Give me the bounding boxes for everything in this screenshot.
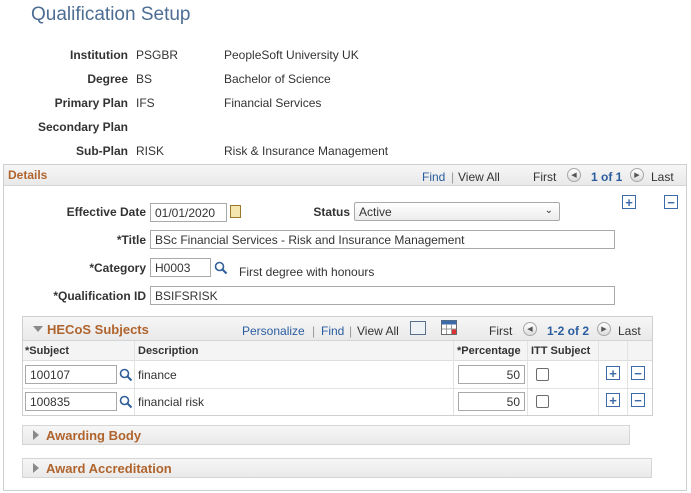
degree-label: Degree [87,72,128,86]
collapse-arrow-icon[interactable] [33,326,43,332]
row1-add-icon[interactable]: + [606,366,620,380]
col-subject-header: *Subject [25,345,70,357]
col-percentage-header: *Percentage [457,345,521,357]
awarding-body-title[interactable]: Awarding Body [46,428,141,443]
hecos-prev-icon[interactable]: ◀ [523,322,537,336]
row2-add-icon[interactable]: + [606,393,620,407]
sub-plan-code: RISK [136,144,165,158]
details-next-icon[interactable]: ▶ [630,168,644,182]
chevron-down-icon: ⌄ [544,205,553,216]
hecos-title[interactable]: HECoS Subjects [47,322,149,337]
details-count: 1 of 1 [591,170,623,184]
hecos-last-label: Last [618,324,641,338]
details-find-link[interactable]: Find [422,170,445,184]
row2-description: financial risk [138,395,205,409]
personalize-link[interactable]: Personalize [242,324,305,338]
institution-desc: PeopleSoft University UK [224,48,359,62]
category-desc: First degree with honours [239,265,375,279]
row1-delete-icon[interactable]: − [631,366,645,380]
title-input[interactable]: BSc Financial Services - Risk and Insura… [150,230,615,249]
col-divider [527,341,528,415]
details-header-bar [4,165,686,186]
primary-plan-code: IFS [136,96,155,110]
status-label: Status [313,205,350,219]
row1-percentage-input[interactable]: 50 [458,365,525,384]
hecos-nav-separator-1: | [312,324,316,338]
hecos-view-all-link[interactable]: View All [357,324,399,338]
add-row-icon[interactable]: + [622,195,636,209]
hecos-find-link[interactable]: Find [321,324,344,338]
expand-arrow-icon[interactable] [33,430,39,440]
effective-date-label: Effective Date [66,205,146,219]
sub-plan-desc: Risk & Insurance Management [224,144,389,158]
degree-desc: Bachelor of Science [224,72,331,86]
hecos-nav-separator-2: | [349,324,353,338]
hecos-first-label: First [489,324,513,338]
row2-percentage-input[interactable]: 50 [458,392,525,411]
secondary-plan-label: Secondary Plan [37,120,128,134]
zoom-grid-icon[interactable] [410,321,426,335]
details-first-label: First [533,170,557,184]
category-input[interactable]: H0003 [150,258,211,277]
row1-description: finance [138,368,177,382]
row1-search-icon[interactable] [119,368,133,382]
download-spreadsheet-icon[interactable] [441,320,457,335]
row1-subject-input[interactable]: 100107 [25,365,117,384]
search-icon[interactable] [214,261,228,275]
row2-delete-icon[interactable]: − [631,393,645,407]
details-nav-separator: | [451,170,455,184]
row2-subject-input[interactable]: 100835 [25,392,117,411]
row2-itt-checkbox[interactable] [536,395,549,408]
col-divider [598,341,599,415]
details-last-label: Last [651,170,674,184]
sub-plan-label: Sub-Plan [75,144,128,158]
qualification-id-input[interactable]: BSIFSRISK [150,286,615,305]
category-label: *Category [89,261,146,275]
status-selected-value: Active [359,205,392,219]
page-title: Qualification Setup [31,4,191,25]
title-label: *Title [116,233,146,247]
row1-itt-checkbox[interactable] [536,368,549,381]
col-itt-header: ITT Subject [531,345,591,357]
status-select[interactable]: Active ⌄ [354,202,560,221]
award-accreditation-title[interactable]: Award Accreditation [46,461,172,476]
row2-search-icon[interactable] [119,395,133,409]
hecos-count: 1-2 of 2 [547,324,590,338]
institution-label: Institution [70,48,128,62]
institution-code: PSGBR [136,48,179,62]
col-divider [627,341,628,415]
details-title: Details [8,168,48,182]
row-divider [23,388,652,389]
degree-code: BS [136,72,153,86]
col-description-header: Description [138,345,199,357]
col-divider [134,341,135,415]
delete-row-icon[interactable]: − [664,195,678,209]
hecos-next-icon[interactable]: ▶ [597,322,611,336]
expand-arrow-icon[interactable] [33,463,39,473]
primary-plan-desc: Financial Services [224,96,322,110]
effective-date-input[interactable]: 01/01/2020 [150,203,227,222]
col-divider [453,341,454,415]
primary-plan-label: Primary Plan [54,96,128,110]
details-prev-icon[interactable]: ◀ [567,168,581,182]
details-view-all-link[interactable]: View All [458,170,500,184]
qualification-id-label: *Qualification ID [53,289,146,303]
calendar-icon[interactable] [230,205,241,218]
